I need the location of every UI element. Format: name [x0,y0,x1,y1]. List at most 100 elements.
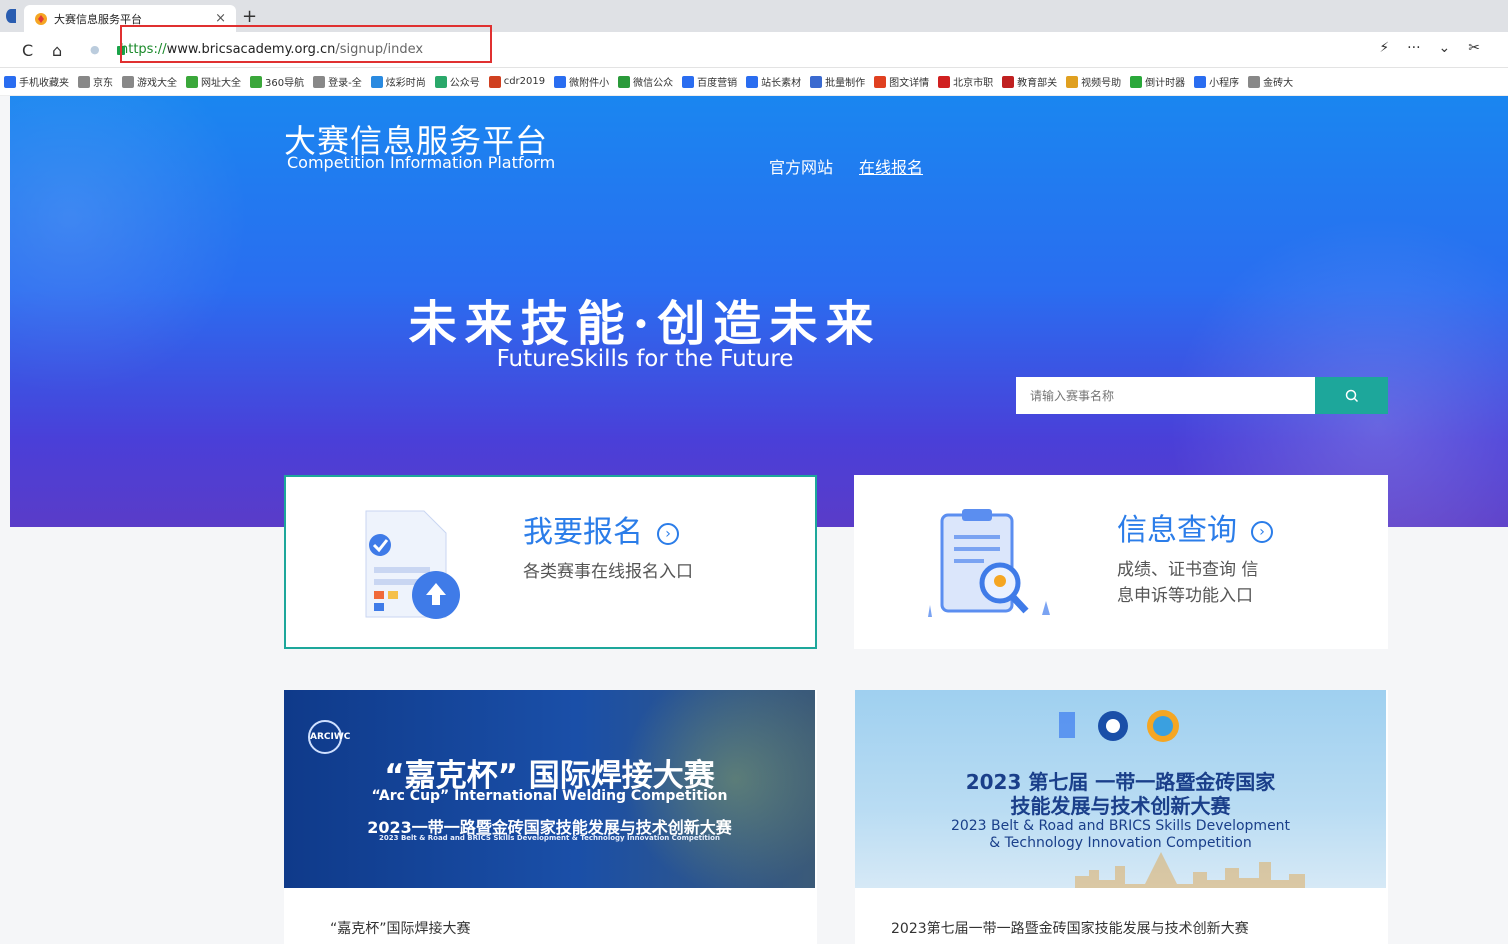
signup-card[interactable]: 我要报名 › 各类赛事在线报名入口 [284,475,817,649]
bookmark-label: 百度营销 [697,78,738,89]
competition-tile[interactable]: 2023 第七届 一带一路暨金砖国家 技能发展与技术创新大赛 2023 Belt… [855,690,1388,944]
city-skyline-icon [1075,852,1305,888]
brics-logos-icon [1059,710,1179,742]
url-highlight-box [120,25,492,63]
info-card-title[interactable]: 信息查询 › [1117,505,1273,549]
bookmark-item[interactable]: 站长素材 [746,74,801,89]
more-icon[interactable]: ··· [1407,40,1420,56]
competition-title[interactable]: 2023第七届一带一路暨金砖国家技能发展与技术创新大赛 [891,918,1249,938]
bookmark-label: 视频号助 [1081,78,1122,89]
banner-subtitle-en: “Arc Cup” International Welding Competit… [371,788,728,804]
bookmark-item[interactable]: 游戏大全 [122,74,177,89]
home-icon[interactable]: ⌂ [52,41,62,60]
banner-line-en: & Technology Innovation Competition [989,835,1252,851]
bookmark-item[interactable]: cdr2019 [488,75,546,88]
chevron-down-icon[interactable]: ⌄ [1439,40,1451,56]
bookmark-icon [1130,75,1143,88]
bookmark-item[interactable]: 小程序 [1194,74,1239,89]
reload-icon[interactable]: C [22,41,33,60]
bookmark-label: 登录-全 [328,78,362,89]
bookmark-label: 手机收藏夹 [19,78,69,89]
bookmark-icon [186,75,198,88]
bookmark-item[interactable]: 京东 [78,74,113,89]
hero-banner: 大赛信息服务平台 Competition Information Platfor… [10,96,1508,527]
bookmark-icon [810,75,823,88]
bookmark-label: 站长素材 [761,78,802,89]
info-desc-line: 息申诉等功能入口 [1117,586,1253,606]
bookmark-item[interactable]: 炫彩时尚 [370,74,426,89]
bookmark-label: 游戏大全 [137,78,177,89]
bookmark-label: 360导航 [265,78,305,89]
search-button[interactable] [1315,377,1388,414]
bookmark-item[interactable]: 网址大全 [186,74,241,89]
bookmark-icon [618,75,631,88]
bookmark-label: 小程序 [1209,78,1240,89]
competition-title[interactable]: “嘉克杯”国际焊接大赛 [330,918,471,938]
bookmark-icon [1066,75,1079,88]
scissors-icon[interactable]: ✂ [1468,40,1480,56]
bookmark-icon [250,75,262,88]
nav-online-signup[interactable]: 在线报名 [859,154,923,178]
bookmark-icon [746,75,759,88]
bookmark-icon [1194,75,1207,88]
bookmark-item[interactable]: 百度营销 [682,74,737,89]
site-logo-subtitle: Competition Information Platform [287,153,556,172]
tab-close-icon[interactable]: × [215,11,226,26]
bookmark-icon [313,75,326,88]
bookmark-item[interactable]: 登录-全 [313,74,362,89]
info-query-card[interactable]: 信息查询 › 成绩、证书查询 信 息申诉等功能入口 [854,475,1388,649]
signup-form-icon [365,510,460,619]
info-title-text: 信息查询 [1117,513,1237,548]
bookmark-item[interactable]: 微附件小 [554,74,609,89]
chevron-right-circle-icon: › [657,522,679,545]
nav-official-site[interactable]: 官方网站 [769,154,833,178]
bookmark-icon [78,75,90,88]
bookmark-item[interactable]: 教育部关 [1002,74,1057,89]
bookmark-item[interactable]: 北京市职 [938,74,993,89]
bookmark-icon [434,75,447,88]
site-favicon-icon [35,12,47,25]
speed-icon[interactable]: ⚡ [1379,40,1389,56]
banner-headline: 技能发展与技术创新大赛 [1010,794,1231,818]
bookmark-icon [4,75,16,88]
signup-card-title[interactable]: 我要报名 › [523,507,679,551]
bookmark-label: 微信公众 [633,78,674,89]
bookmark-item[interactable]: 微信公众 [618,74,673,89]
bookmark-label: 金砖大 [1263,78,1294,89]
bookmark-item[interactable]: 批量制作 [810,74,865,89]
competition-tile[interactable]: ARCIWC “嘉克杯” 国际焊接大赛 “Arc Cup” Internatio… [284,690,817,944]
chevron-right-circle-icon: › [1251,520,1273,543]
bookmark-label: 炫彩时尚 [385,78,426,89]
banner-line-en: 2023 Belt & Road and BRICS Skills Develo… [950,818,1291,834]
hero-slogan-en: FutureSkills for the Future [496,346,794,372]
bookmark-icon [874,75,887,88]
bookmark-label: 网址大全 [201,78,241,89]
info-card-desc: 成绩、证书查询 信 息申诉等功能入口 [1117,557,1258,609]
bookmark-item[interactable]: 公众号 [434,74,480,89]
bookmark-icon [554,75,567,88]
bookmark-item[interactable]: 手机收藏夹 [4,74,69,89]
browser-logo-icon [6,9,16,23]
banner-line-en: 2023 Belt & Road and BRICS Skills Develo… [379,834,720,842]
bookmark-icon [938,75,951,88]
search-input[interactable] [1016,377,1315,414]
signup-card-desc: 各类赛事在线报名入口 [523,562,693,582]
brics-banner-image[interactable]: 2023 第七届 一带一路暨金砖国家 技能发展与技术创新大赛 2023 Belt… [855,690,1386,888]
bookmark-label: 京东 [93,78,113,89]
bookmark-icon [488,75,501,88]
bookmark-icon [1002,75,1015,88]
bookmark-label: 倒计时器 [1145,78,1186,89]
hero-slogan: 未来技能·创造未来 [408,296,882,352]
welding-banner-image[interactable]: ARCIWC “嘉克杯” 国际焊接大赛 “Arc Cup” Internatio… [284,690,815,888]
bookmark-icon [682,75,695,88]
bookmark-item[interactable]: 360导航 [250,74,304,89]
bookmark-item[interactable]: 视频号助 [1066,74,1121,89]
bookmark-item[interactable]: 金砖大 [1248,74,1293,89]
bookmark-icon [1248,75,1261,88]
bookmark-icon [370,75,383,88]
bookmarks-bar: 手机收藏夹 京东 游戏大全 网址大全 360导航 登录-全 炫彩时尚 公众号 cdr2019 微附… [0,68,1508,96]
bookmark-item[interactable]: 倒计时器 [1130,74,1185,89]
bookmark-label: cdr2019 [503,76,546,87]
info-desc-line: 成绩、证书查询 信 [1117,560,1259,580]
bookmark-item[interactable]: 图文详情 [874,74,929,89]
